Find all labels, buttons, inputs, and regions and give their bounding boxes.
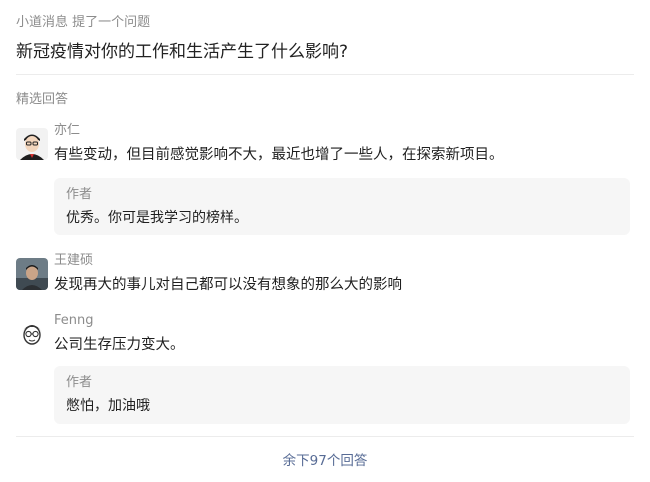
reply-text: 憋怕，加油哦 bbox=[66, 398, 150, 414]
reply-label: 作者 bbox=[66, 187, 93, 202]
section-label: 精选回答 bbox=[16, 92, 69, 107]
author-reply: 作者 憋怕，加油哦 bbox=[54, 366, 630, 424]
asker-action: 提了一个问题 bbox=[72, 15, 151, 30]
question-header: 小道消息 提了一个问题 新冠疫情对你的工作和生活产生了什么影响? bbox=[16, 14, 636, 64]
asker-name[interactable]: 小道消息 bbox=[16, 15, 68, 30]
divider bbox=[16, 74, 634, 75]
answer-body: Fenng 公司生存压力变大。 bbox=[54, 312, 634, 356]
avatar-fenng-icon[interactable] bbox=[16, 318, 48, 350]
avatar-wangjianshuo-icon[interactable] bbox=[16, 258, 48, 290]
answer-author[interactable]: 亦仁 bbox=[54, 122, 634, 140]
more-answers-link[interactable]: 余下97个回答 bbox=[0, 451, 650, 471]
answer-author[interactable]: 王建硕 bbox=[54, 252, 634, 270]
divider bbox=[16, 436, 634, 437]
qa-card: 小道消息 提了一个问题 新冠疫情对你的工作和生活产生了什么影响? 精选回答 亦仁… bbox=[0, 0, 650, 482]
question-meta: 小道消息 提了一个问题 bbox=[16, 14, 636, 32]
reply-text: 优秀。你可是我学习的榜样。 bbox=[66, 210, 248, 226]
answer-author[interactable]: Fenng bbox=[54, 312, 634, 330]
answer-text: 有些变动，但目前感觉影响不大，最近也增了一些人，在探索新项目。 bbox=[54, 147, 504, 163]
answer-body: 亦仁 有些变动，但目前感觉影响不大，最近也增了一些人，在探索新项目。 bbox=[54, 122, 634, 166]
reply-label: 作者 bbox=[66, 375, 93, 390]
answer-text: 发现再大的事儿对自己都可以没有想象的那么大的影响 bbox=[54, 277, 402, 293]
author-reply: 作者 优秀。你可是我学习的榜样。 bbox=[54, 178, 630, 235]
avatar-yiren-icon[interactable] bbox=[16, 128, 48, 160]
answer-text: 公司生存压力变大。 bbox=[54, 337, 185, 353]
question-title[interactable]: 新冠疫情对你的工作和生活产生了什么影响? bbox=[16, 40, 636, 64]
answer-body: 王建硕 发现再大的事儿对自己都可以没有想象的那么大的影响 bbox=[54, 252, 634, 296]
